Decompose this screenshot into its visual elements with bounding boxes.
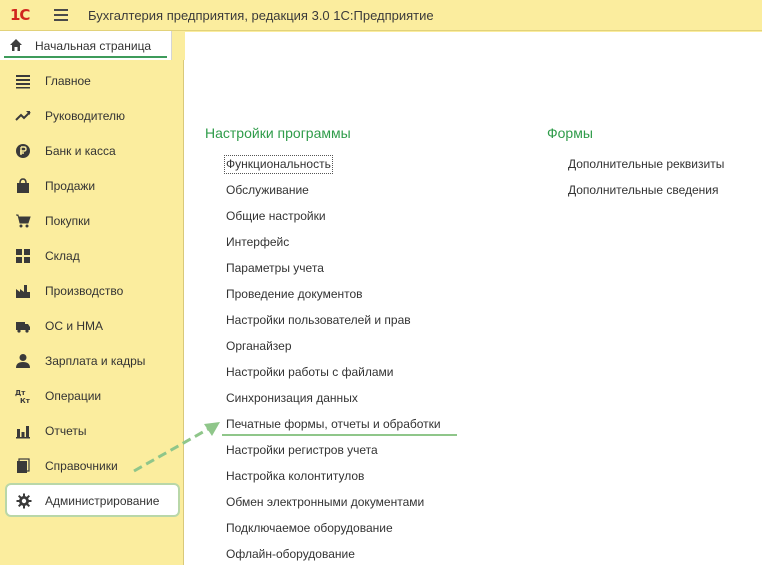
- link-accounting-params[interactable]: Параметры учета: [226, 261, 324, 276]
- sidebar-item-label: Производство: [45, 284, 124, 298]
- sidebar-item-purchases[interactable]: Покупки: [0, 203, 184, 238]
- app-title: Бухгалтерия предприятия, редакция 3.0 1С…: [88, 8, 434, 23]
- link-additional-attributes[interactable]: Дополнительные реквизиты: [568, 157, 724, 172]
- svg-text:Дт: Дт: [15, 389, 26, 397]
- gear-icon: [16, 493, 32, 509]
- section-title-settings: Настройки программы: [205, 125, 351, 141]
- sidebar-item-fixed-assets[interactable]: ОС и НМА: [0, 308, 184, 343]
- sidebar-item-main[interactable]: Главное: [0, 63, 184, 98]
- sidebar-item-label: Администрирование: [45, 494, 160, 508]
- annotation-arrow: [133, 422, 220, 473]
- trend-icon: [15, 108, 31, 124]
- section-title-forms: Формы: [547, 125, 593, 141]
- factory-icon: [15, 283, 31, 299]
- sidebar-item-label: Руководителю: [45, 109, 126, 123]
- link-edi[interactable]: Обмен электронными документами: [226, 495, 424, 510]
- sidebar-item-warehouse[interactable]: Склад: [0, 238, 184, 273]
- sidebar-item-label: Склад: [45, 249, 80, 263]
- sidebar-item-label: Главное: [45, 74, 91, 88]
- tab-home[interactable]: Начальная страница: [0, 31, 172, 60]
- sidebar-item-administration[interactable]: Администрирование: [5, 483, 180, 517]
- debit-credit-icon: Дт Кт: [15, 388, 31, 404]
- sidebar-item-manager[interactable]: Руководителю: [0, 98, 184, 133]
- link-register-settings[interactable]: Настройки регистров учета: [226, 443, 378, 458]
- link-functionality[interactable]: Функциональность: [224, 155, 333, 174]
- link-connected-equipment[interactable]: Подключаемое оборудование: [226, 521, 393, 536]
- sidebar-item-label: Банк и касса: [45, 144, 116, 158]
- tab-home-label: Начальная страница: [35, 39, 152, 53]
- sidebar-item-label: Операции: [45, 389, 102, 403]
- list-icon: [15, 73, 31, 89]
- sidebar-item-sales[interactable]: Продажи: [0, 168, 184, 203]
- sidebar-item-label: ОС и НМА: [45, 319, 104, 333]
- sidebar-item-production[interactable]: Производство: [0, 273, 184, 308]
- link-document-posting[interactable]: Проведение документов: [226, 287, 363, 302]
- svg-text:Кт: Кт: [20, 397, 31, 404]
- sidebar-item-operations[interactable]: Дт Кт Операции: [0, 378, 184, 413]
- sidebar-item-label: Справочники: [45, 459, 118, 473]
- link-additional-info[interactable]: Дополнительные сведения: [568, 183, 718, 198]
- sidebar-item-bank[interactable]: Банк и касса: [0, 133, 184, 168]
- sidebar-item-label: Отчеты: [45, 424, 87, 438]
- warehouse-icon: [15, 248, 31, 264]
- link-users-rights[interactable]: Настройки пользователей и прав: [226, 313, 411, 328]
- tab-active-indicator: [4, 56, 167, 58]
- link-maintenance[interactable]: Обслуживание: [226, 183, 309, 198]
- sidebar-item-label: Зарплата и кадры: [45, 354, 146, 368]
- link-data-sync[interactable]: Синхронизация данных: [226, 391, 358, 406]
- sidebar-item-label: Покупки: [45, 214, 91, 228]
- link-organizer[interactable]: Органайзер: [226, 339, 292, 354]
- ruble-icon: [15, 143, 31, 159]
- sidebar: Главное Руководителю Банк и касса Продаж…: [0, 60, 184, 565]
- link-offline-equipment[interactable]: Офлайн-оборудование: [226, 547, 355, 562]
- sidebar-item-label: Продажи: [45, 179, 96, 193]
- title-bar: 1С Бухгалтерия предприятия, редакция 3.0…: [0, 0, 762, 31]
- main-menu-icon[interactable]: [54, 9, 68, 21]
- books-icon: [15, 458, 31, 474]
- link-file-settings[interactable]: Настройки работы с файлами: [226, 365, 393, 380]
- highlight-underline: [222, 434, 457, 436]
- person-icon: [15, 353, 31, 369]
- link-interface[interactable]: Интерфейс: [226, 235, 289, 250]
- bag-icon: [15, 178, 31, 194]
- link-header-footer[interactable]: Настройка колонтитулов: [226, 469, 364, 484]
- cart-icon: [15, 213, 31, 229]
- bar-chart-icon: [15, 423, 31, 439]
- link-general-settings[interactable]: Общие настройки: [226, 209, 326, 224]
- truck-icon: [15, 318, 31, 334]
- sidebar-item-salary[interactable]: Зарплата и кадры: [0, 343, 184, 378]
- link-print-forms-reports[interactable]: Печатные формы, отчеты и обработки: [226, 417, 441, 432]
- app-logo[interactable]: 1С: [10, 6, 30, 24]
- home-icon: [10, 39, 22, 51]
